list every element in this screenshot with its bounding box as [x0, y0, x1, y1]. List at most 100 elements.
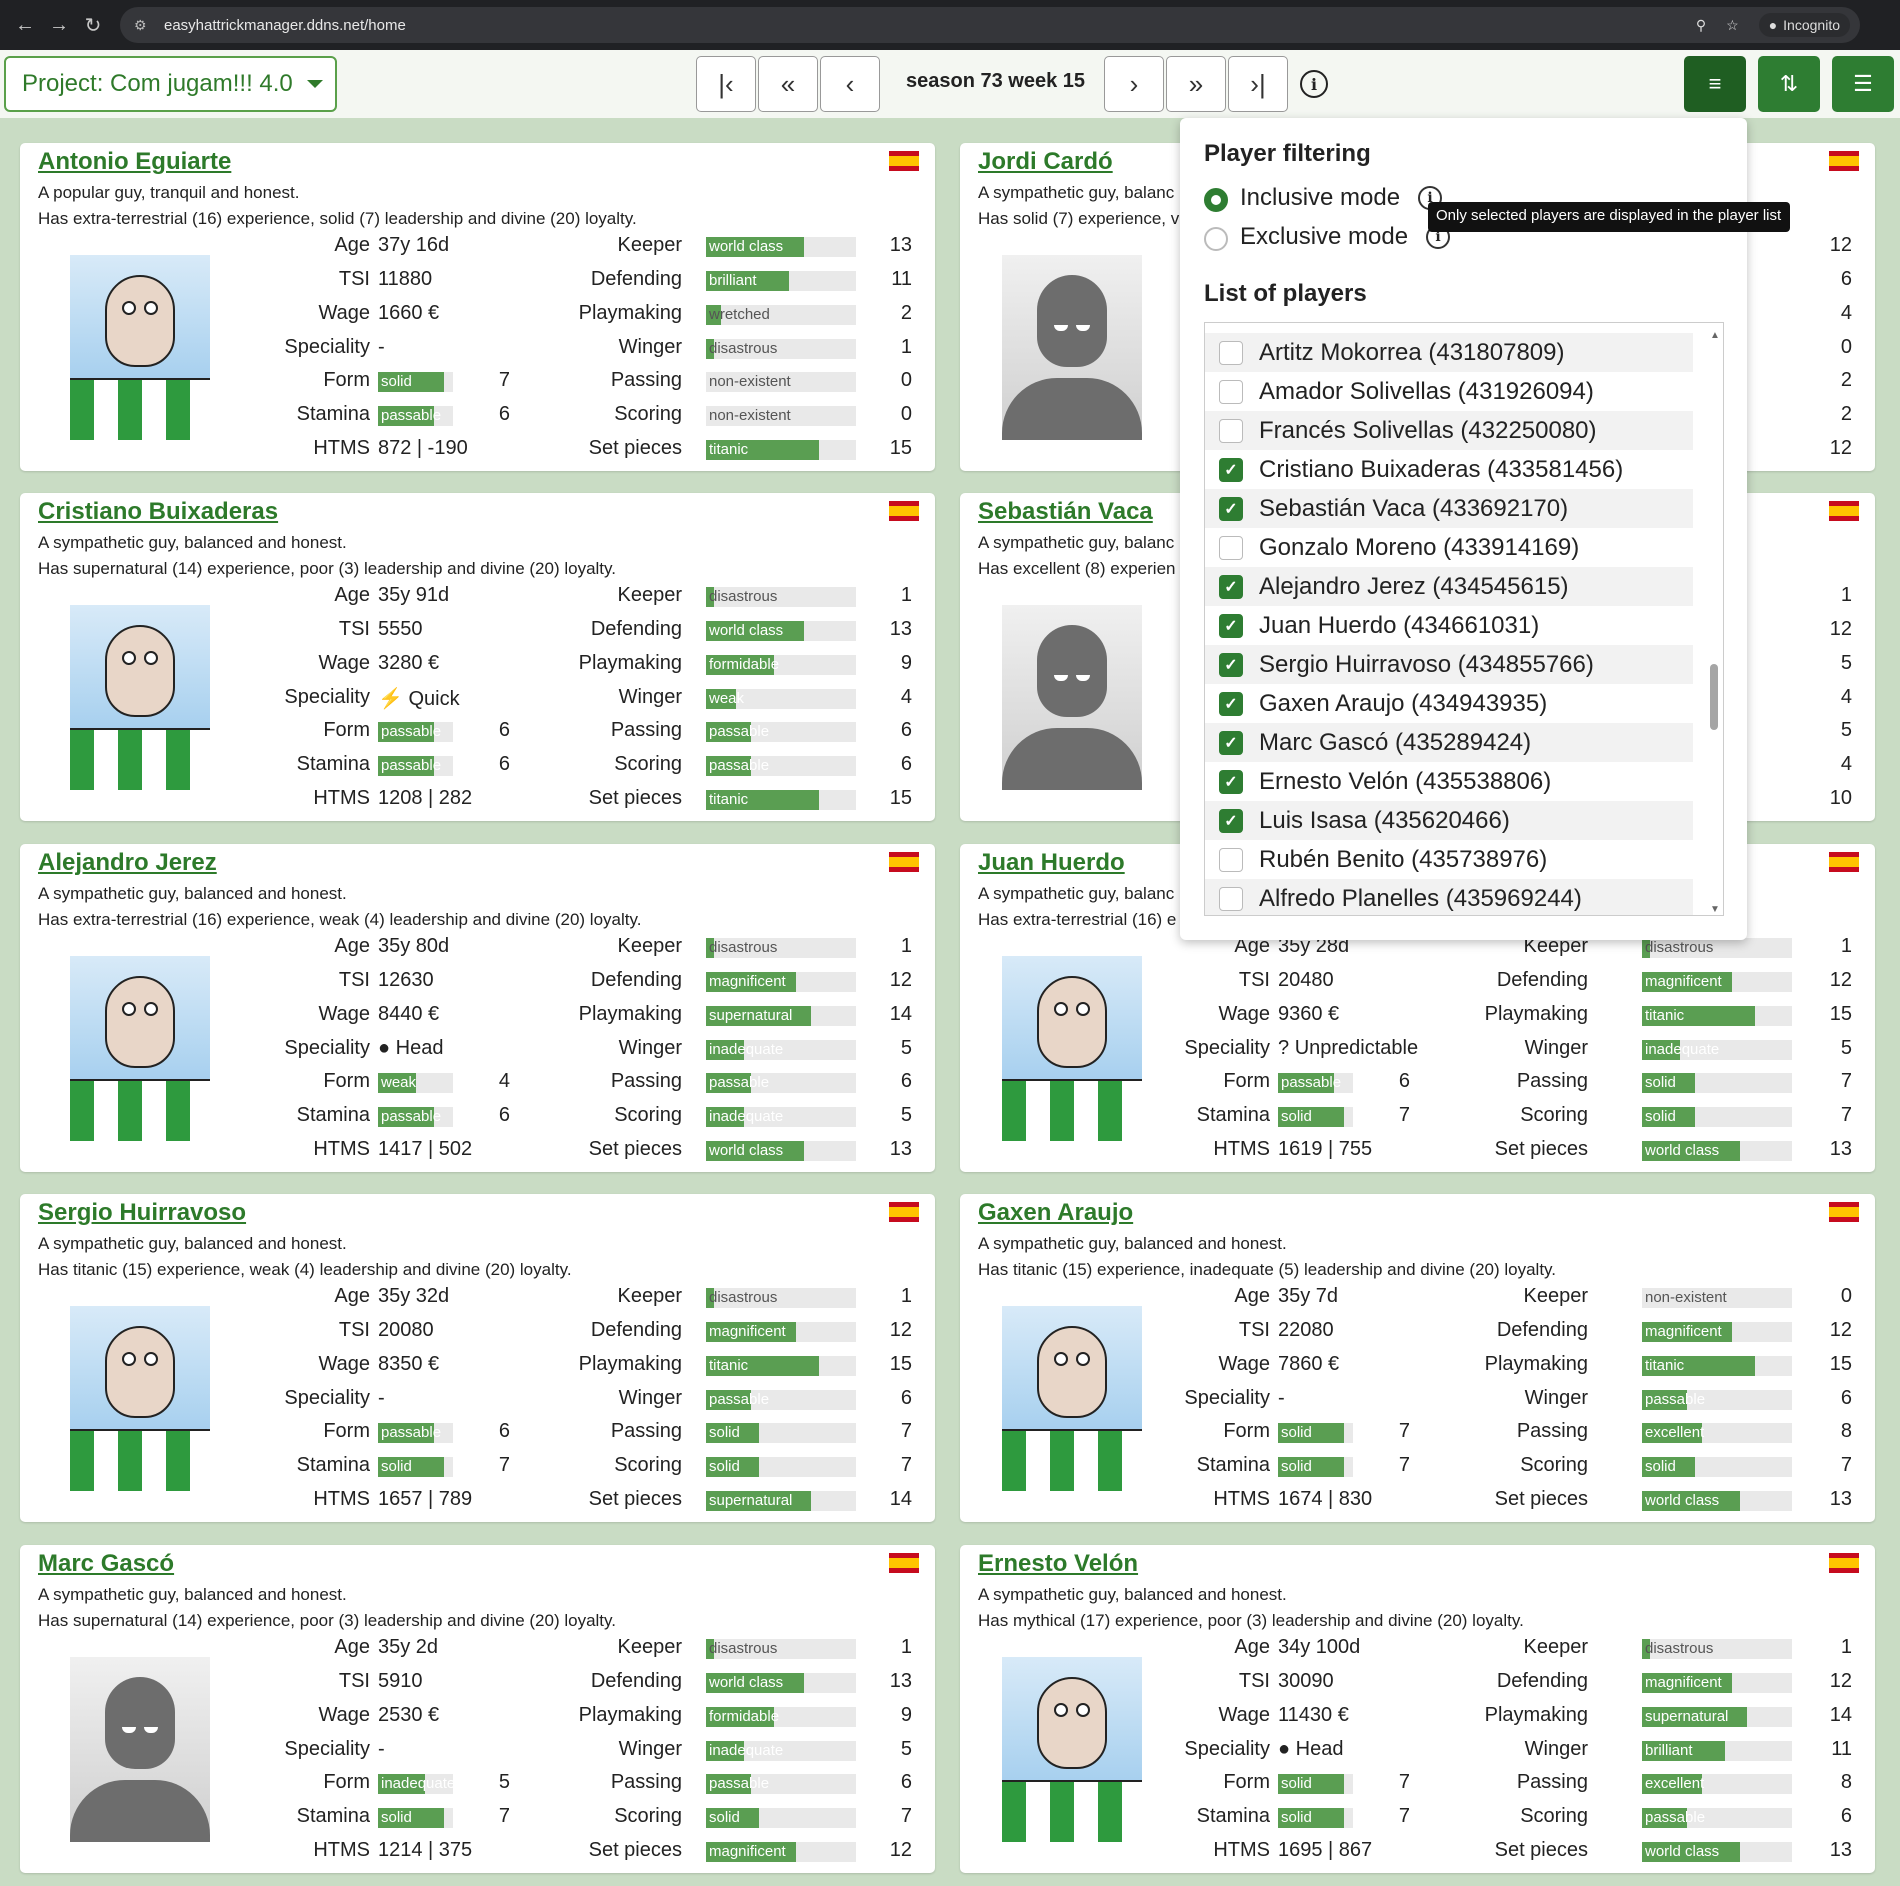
player-personality: A sympathetic guy, balanced and honest.	[38, 1234, 347, 1253]
forward-many-weeks-button[interactable]: »	[1166, 56, 1226, 112]
scroll-down-icon[interactable]: ▼	[1710, 904, 1720, 915]
portrait-eye	[144, 1352, 158, 1366]
player-checkbox[interactable]	[1219, 379, 1243, 404]
winger-skill-label: Winger	[618, 1387, 682, 1409]
keeper-skill-label: Keeper	[617, 234, 683, 256]
player-name-link[interactable]: Gaxen Araujo	[978, 1199, 1133, 1227]
player-checkbox[interactable]	[1219, 535, 1243, 560]
player-checkbox[interactable]: ✓	[1219, 652, 1243, 677]
address-bar[interactable]: ⚙ easyhattrickmanager.ddns.net/home ⚲ ☆ …	[120, 7, 1860, 43]
player-list-item[interactable]: ✓ Sebastián Vaca (433692170)	[1205, 489, 1693, 528]
playmaking-skill-text: titanic	[709, 1357, 749, 1374]
passing-skill-text: passable	[709, 723, 770, 740]
player-name-link[interactable]: Ernesto Velón	[978, 1550, 1138, 1578]
player-name-link[interactable]: Marc Gascó	[38, 1550, 174, 1578]
portrait-eye	[1076, 1703, 1090, 1717]
scroll-up-icon[interactable]: ▲	[1710, 330, 1720, 341]
htms-value: 1214 | 375	[378, 1839, 473, 1861]
player-checkbox[interactable]: ✓	[1219, 808, 1243, 833]
passing-skill-label: Passing	[610, 369, 682, 391]
reload-icon[interactable]: ↻	[76, 8, 110, 42]
player-name-link[interactable]: Sergio Huirravoso	[38, 1199, 246, 1227]
age-label: Age	[1234, 1285, 1270, 1307]
portrait-head	[1037, 275, 1107, 367]
player-list-item[interactable]: Amador Solivellas (431926094)	[1205, 372, 1693, 411]
playmaking-skill-text: formidable	[709, 1708, 780, 1725]
info-icon[interactable]: i	[1300, 70, 1328, 98]
player-checkbox[interactable]: ✓	[1219, 457, 1243, 482]
player-name-link[interactable]: Antonio Eguiarte	[38, 148, 231, 176]
exclusive-mode-radio[interactable]	[1204, 227, 1228, 251]
scoring-skill-label: Scoring	[614, 1104, 682, 1126]
filter-button[interactable]: ≡	[1684, 56, 1746, 112]
age-value: 37y 16d	[378, 234, 450, 256]
player-name-link[interactable]: Juan Huerdo	[978, 849, 1125, 877]
passing-skill-number: 6	[900, 1070, 912, 1092]
player-list-label: Sergio Huirravoso (434855766)	[1259, 650, 1594, 678]
previous-week-button[interactable]: ‹	[820, 56, 880, 112]
htms-value: 1208 | 282	[378, 787, 473, 809]
player-experience: Has supernatural (14) experience, poor (…	[38, 559, 616, 578]
player-checkbox[interactable]	[1219, 886, 1243, 911]
project-dropdown[interactable]: Project: Com jugam!!! 4.0	[4, 56, 337, 112]
player-list-item[interactable]: ✓ Luis Isasa (435620466)	[1205, 801, 1693, 840]
stamina-label: Stamina	[296, 1454, 370, 1476]
scrollbar-thumb[interactable]	[1710, 664, 1718, 730]
player-list-item[interactable]: ✓ Ernesto Velón (435538806)	[1205, 762, 1693, 801]
player-list[interactable]: Artitz Mokorrea (431807809) Amador Solive…	[1204, 322, 1724, 916]
player-list-item[interactable]: Francés Solivellas (432250080)	[1205, 411, 1693, 450]
player-checkbox[interactable]	[1219, 847, 1243, 872]
player-list-item[interactable]: Rubén Benito (435738976)	[1205, 840, 1693, 879]
incognito-badge[interactable]: ● Incognito	[1758, 13, 1850, 37]
keeper-skill-label: Keeper	[617, 1636, 683, 1658]
player-checkbox[interactable]: ✓	[1219, 691, 1243, 716]
next-week-button[interactable]: ›	[1104, 56, 1164, 112]
player-name-link[interactable]: Cristiano Buixaderas	[38, 498, 278, 526]
player-list-item[interactable]: ✓ Cristiano Buixaderas (433581456)	[1205, 450, 1693, 489]
back-icon[interactable]: ←	[8, 8, 42, 42]
back-many-weeks-button[interactable]: «	[758, 56, 818, 112]
player-list-item[interactable]: ✓ Marc Gascó (435289424)	[1205, 723, 1693, 762]
player-list-item[interactable]: ✓ Juan Huerdo (434661031)	[1205, 606, 1693, 645]
player-list-item[interactable]: Gonzalo Moreno (433914169)	[1205, 528, 1693, 567]
player-checkbox[interactable]: ✓	[1219, 769, 1243, 794]
inclusive-mode-radio[interactable]	[1204, 188, 1228, 212]
player-checkbox[interactable]: ✓	[1219, 496, 1243, 521]
forward-icon[interactable]: →	[42, 8, 76, 42]
player-list-item[interactable]: Alfredo Planelles (435969244)	[1205, 879, 1693, 915]
player-personality: A sympathetic guy, balanced and honest.	[38, 884, 347, 903]
player-portrait	[70, 956, 210, 1141]
player-checkbox[interactable]: ✓	[1219, 730, 1243, 755]
player-checkbox[interactable]: ✓	[1219, 574, 1243, 599]
player-checkbox[interactable]	[1219, 418, 1243, 443]
last-week-button[interactable]: ›|	[1228, 56, 1288, 112]
site-settings-icon[interactable]: ⚙	[134, 17, 150, 33]
player-list-item[interactable]: Artitz Mokorrea (431807809)	[1205, 333, 1693, 372]
set_pieces-skill-bar: world class	[1642, 1141, 1792, 1161]
player-name-link[interactable]: Jordi Cardó	[978, 148, 1113, 176]
first-week-button[interactable]: |‹	[696, 56, 756, 112]
portrait-eye	[122, 651, 136, 665]
defending-skill-bar: magnificent	[706, 1322, 856, 1342]
zoom-icon[interactable]: ⚲	[1696, 17, 1706, 34]
portrait-eye	[122, 301, 136, 315]
player-list-item[interactable]: ✓ Gaxen Araujo (434943935)	[1205, 684, 1693, 723]
playmaking-skill-number: 15	[889, 1353, 912, 1375]
stamina-bar-text: solid	[381, 1809, 412, 1826]
stamina-bar-text: solid	[1281, 1809, 1312, 1826]
player-checkbox[interactable]: ✓	[1219, 613, 1243, 638]
player-list-item[interactable]: ✓ Sergio Huirravoso (434855766)	[1205, 645, 1693, 684]
portrait-eye	[1054, 1703, 1068, 1717]
player-list-item[interactable]: ✓ Alejandro Jerez (434545615)	[1205, 567, 1693, 606]
defending-skill-number: 13	[889, 618, 912, 640]
player-name-link[interactable]: Alejandro Jerez	[38, 849, 217, 877]
scoring-skill-number: 7	[1840, 1454, 1852, 1476]
speciality-text: Head	[395, 1037, 444, 1059]
player-checkbox[interactable]	[1219, 340, 1243, 365]
sort-button[interactable]: ⇅	[1758, 56, 1820, 112]
winger-skill-number: 4	[900, 686, 912, 708]
menu-button[interactable]: ☰	[1832, 56, 1894, 112]
bookmark-star-icon[interactable]: ☆	[1726, 17, 1739, 34]
player-name-link[interactable]: Sebastián Vaca	[978, 498, 1153, 526]
htms-value: 1417 | 502	[378, 1138, 473, 1160]
